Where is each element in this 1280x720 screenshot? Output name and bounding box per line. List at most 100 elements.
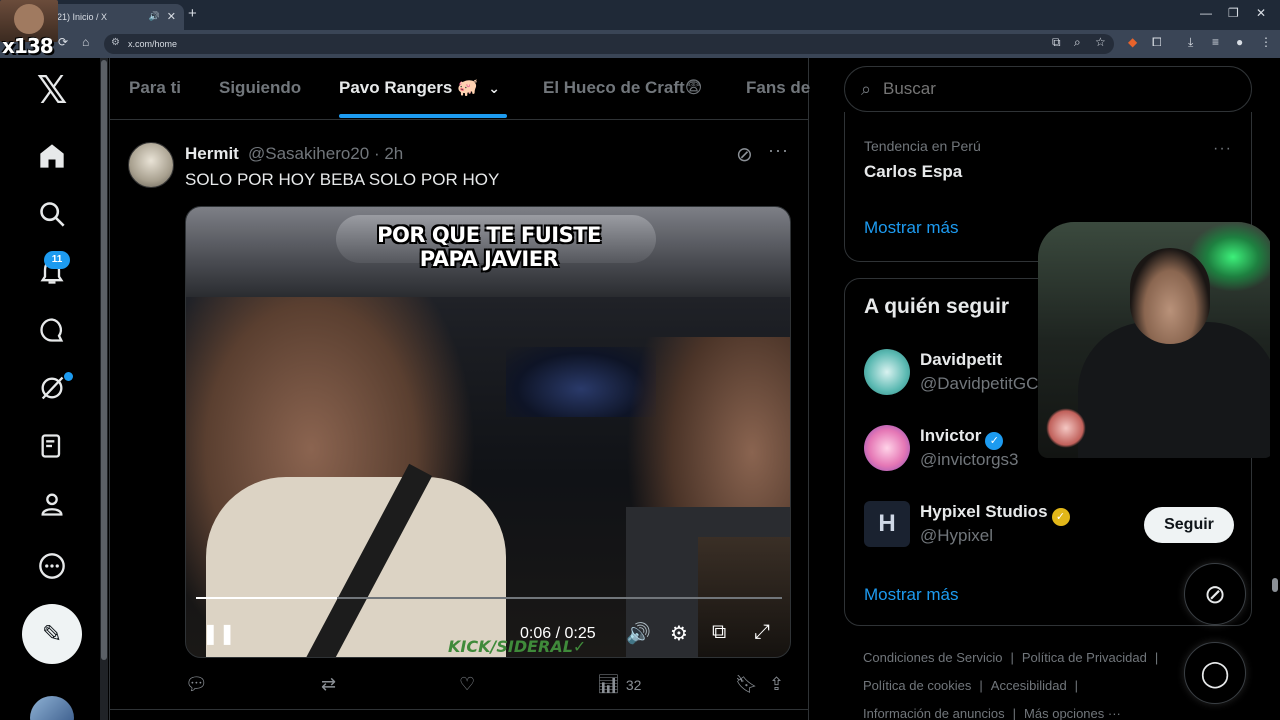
follow-handle[interactable]: @invictorgs3 <box>920 450 1019 470</box>
tab-pavo-rangers-label: Pavo Rangers 🐖 <box>339 78 479 97</box>
follow-handle[interactable]: @Hypixel <box>920 526 993 546</box>
tweet-author-handle[interactable]: @Sasakihero20 · 2h <box>248 144 403 164</box>
avatar[interactable] <box>864 349 910 395</box>
lists-icon[interactable] <box>30 424 74 468</box>
hypixel-logo-icon[interactable]: H <box>864 501 910 547</box>
pause-icon[interactable]: ❚❚ <box>202 621 236 646</box>
zoom-icon[interactable]: ⌕ <box>1074 35 1081 50</box>
tweet-author-name[interactable]: Hermit <box>185 144 239 164</box>
bookmark-icon[interactable]: 🔖︎ <box>735 674 758 695</box>
follow-suggestion[interactable]: H Hypixel Studios ✓ @Hypixel Seguir <box>864 501 1244 557</box>
trend-meta: Tendencia en Perú <box>864 138 981 154</box>
media-control-icon[interactable]: ≡ <box>1212 35 1219 49</box>
browser-tab[interactable]: (21) Inicio / X 🔊 ✕ <box>40 4 184 30</box>
tweet-author-avatar[interactable] <box>128 142 174 188</box>
tab-siguiendo[interactable]: Siguiendo <box>219 78 301 98</box>
who-to-follow-title: A quién seguir <box>864 295 1010 318</box>
footer-line: Condiciones de Servicio | Política de Priv… <box>863 650 1166 665</box>
footer-link[interactable]: Política de cookies <box>863 678 971 693</box>
tweet[interactable]: Hermit @Sasakihero20 · 2h ⊘ ··· SOLO POR… <box>110 128 808 720</box>
share-icon[interactable]: ⇪ <box>769 674 784 695</box>
new-tab-icon[interactable]: + <box>188 5 197 22</box>
browser-menu-icon[interactable]: ⋮ <box>1260 35 1272 49</box>
tweet-video[interactable]: POR QUE TE FUISTE PAPA JAVIER KICK/SIDER… <box>185 206 791 658</box>
page-scrollbar[interactable] <box>1270 58 1280 720</box>
tweet-actions: 💬︎ ⇄ ♡ 📊︎ 32 🔖︎ ⇪ <box>185 674 795 704</box>
verified-gold-badge-icon: ✓ <box>1051 508 1070 526</box>
follow-handle[interactable]: @DavidpetitGC <box>920 374 1038 394</box>
reply-icon[interactable]: 💬︎ <box>185 674 208 695</box>
views-icon: 📊︎ <box>597 674 620 694</box>
extensions-puzzle-icon[interactable]: ⧠ <box>1152 35 1162 50</box>
who-to-follow-show-more[interactable]: Mostrar más <box>864 585 958 605</box>
download-icon[interactable]: ⤓ <box>1188 35 1193 50</box>
footer-separator: | <box>979 678 983 693</box>
picture-in-picture-icon[interactable]: ⧉ <box>712 621 726 644</box>
like-icon[interactable]: ♡ <box>459 674 475 695</box>
nav-scrollbar-thumb[interactable] <box>101 60 107 660</box>
bookmark-star-icon[interactable]: ☆ <box>1095 35 1106 49</box>
follow-name[interactable]: Invictor ✓ <box>920 426 1004 450</box>
retweet-icon[interactable]: ⇄ <box>321 674 336 695</box>
video-caption-line2: PAPA JAVIER <box>419 247 559 271</box>
main-timeline: Para ti Siguiendo Pavo Rangers 🐖 ⌄ El Hue… <box>109 58 810 720</box>
views-button[interactable]: 📊︎ 32 <box>597 674 641 695</box>
page-scrollbar-thumb[interactable] <box>1272 578 1278 592</box>
messages-icon[interactable] <box>30 308 74 352</box>
fullscreen-icon[interactable]: ⤢ <box>754 621 770 644</box>
footer-line: Información de anuncios | Más opciones ··· <box>863 706 1121 720</box>
footer-link[interactable]: Condiciones de Servicio <box>863 650 1002 665</box>
maximize-icon[interactable]: ❐ <box>1228 6 1239 20</box>
close-window-icon[interactable]: ✕ <box>1256 6 1266 20</box>
video-progress-bar[interactable] <box>196 597 782 599</box>
site-info-icon[interactable]: ⚙ <box>111 37 120 48</box>
tweet-divider <box>110 709 808 710</box>
x-logo-icon[interactable]: 𝕏 <box>30 68 74 112</box>
search-icon: ⌕ <box>861 79 872 99</box>
extension-icon[interactable]: ◆ <box>1128 35 1137 49</box>
screencast-icon[interactable]: ⧉ <box>1052 35 1061 50</box>
profile-nav-icon[interactable] <box>30 482 74 526</box>
trend-more-icon[interactable]: ··· <box>1213 140 1232 158</box>
follow-name-text: Hypixel Studios <box>920 502 1048 521</box>
url-field[interactable]: ⚙ x.com/home <box>104 34 1114 54</box>
search-box[interactable]: ⌕ <box>844 66 1252 112</box>
tab-title: (21) Inicio / X <box>54 12 108 22</box>
search-icon[interactable] <box>30 192 74 236</box>
chevron-down-icon[interactable]: ⌄ <box>488 80 500 97</box>
tab-para-ti[interactable]: Para ti <box>129 78 181 98</box>
audio-icon[interactable]: 🔊 <box>149 11 160 22</box>
messages-float-button[interactable]: ◯ <box>1184 642 1246 704</box>
grok-float-button[interactable]: ⊘ <box>1184 563 1246 625</box>
trend-name[interactable]: Carlos Espa <box>864 162 962 182</box>
settings-gear-icon[interactable]: ⚙ <box>670 621 688 646</box>
footer-link[interactable]: Información de anuncios <box>863 706 1005 720</box>
profile-icon[interactable]: ● <box>1236 35 1243 49</box>
video-caption: POR QUE TE FUISTE PAPA JAVIER <box>186 223 790 271</box>
feed-tabs: Para ti Siguiendo Pavo Rangers 🐖 ⌄ El Hue… <box>110 58 810 120</box>
follow-button[interactable]: Seguir <box>1144 507 1234 543</box>
reload-icon[interactable]: ⟳ <box>58 35 68 49</box>
search-input[interactable] <box>883 79 1203 99</box>
streamer-webcam <box>1038 222 1274 458</box>
footer-link[interactable]: Política de Privacidad <box>1022 650 1147 665</box>
home-icon[interactable] <box>30 134 74 178</box>
follow-name[interactable]: Hypixel Studios ✓ <box>920 502 1070 526</box>
tab-pavo-rangers[interactable]: Pavo Rangers 🐖 ⌄ <box>339 78 500 98</box>
video-caption-line1: POR QUE TE FUISTE <box>377 223 601 247</box>
grok-icon[interactable]: ⊘ <box>736 142 753 167</box>
trends-show-more[interactable]: Mostrar más <box>864 218 958 238</box>
more-options-icon[interactable]: ··· <box>768 140 789 161</box>
home-browser-icon[interactable]: ⌂ <box>82 35 89 49</box>
minimize-icon[interactable]: — <box>1200 6 1212 20</box>
footer-link[interactable]: Más opciones ··· <box>1024 706 1121 720</box>
post-button[interactable]: ✎ <box>22 604 82 664</box>
avatar[interactable] <box>864 425 910 471</box>
tab-fans-de[interactable]: Fans de <box>746 78 810 98</box>
more-icon[interactable] <box>30 544 74 588</box>
follow-name[interactable]: Davidpetit <box>920 350 1002 370</box>
close-tab-icon[interactable]: ✕ <box>167 10 176 23</box>
volume-icon[interactable]: 🔊 <box>626 621 651 646</box>
footer-link[interactable]: Accesibilidad <box>991 678 1067 693</box>
tab-el-hueco[interactable]: El Hueco de Craft😨 <box>543 78 702 98</box>
